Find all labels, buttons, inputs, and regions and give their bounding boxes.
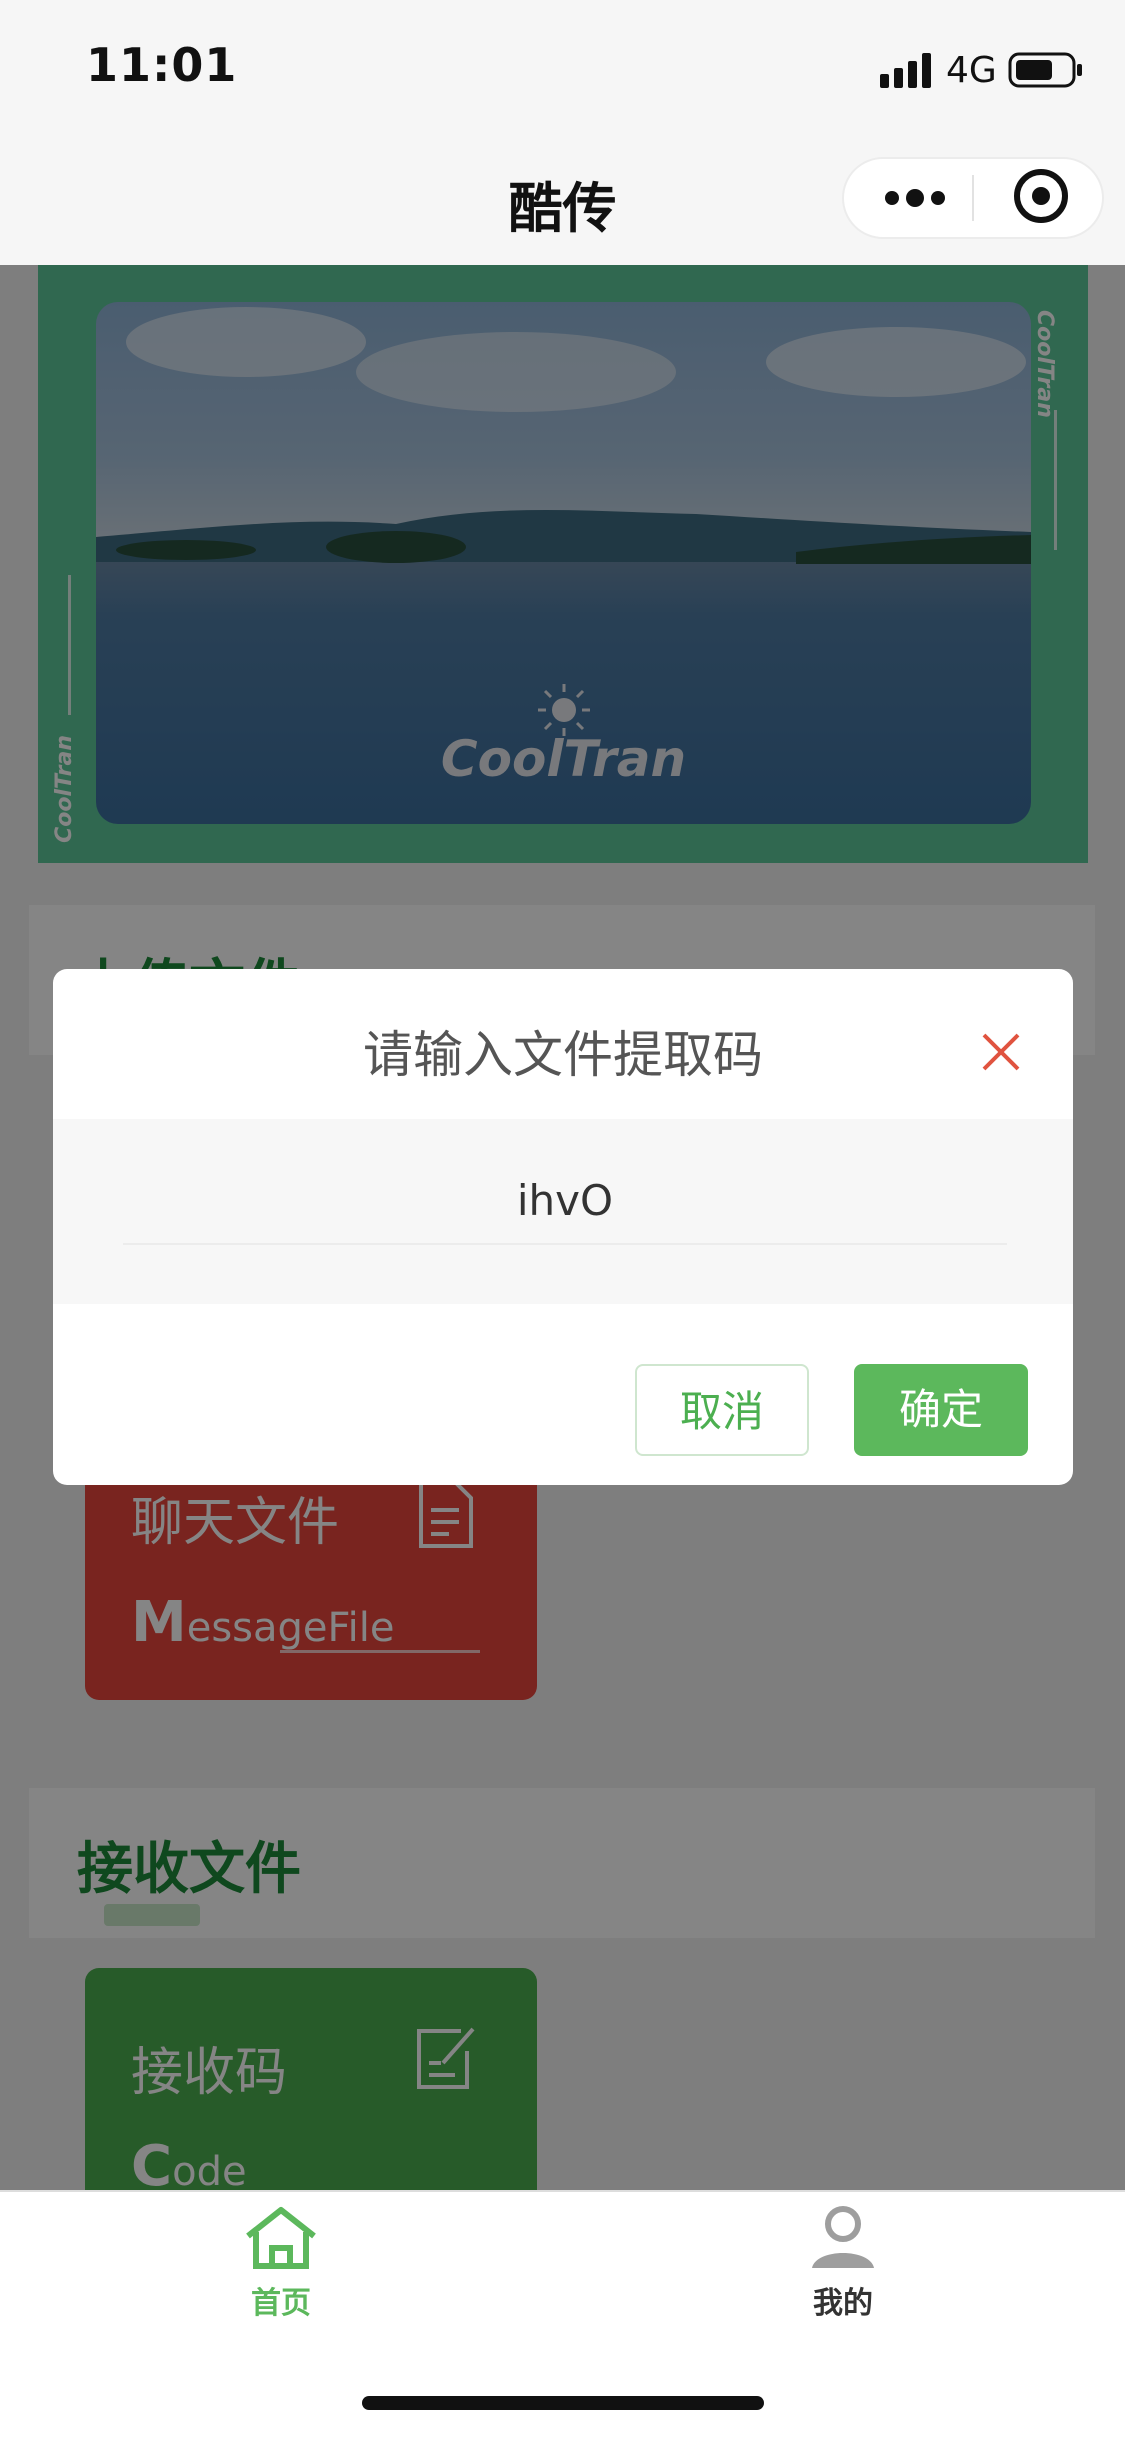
user-icon (808, 2204, 878, 2278)
cancel-button[interactable]: 取消 (635, 1364, 809, 1456)
battery-icon (1008, 50, 1084, 94)
home-icon (242, 2204, 320, 2276)
close-icon[interactable] (971, 1022, 1031, 1082)
tab-home-label: 首页 (251, 2286, 311, 2321)
dialog-body (53, 1119, 1073, 1304)
more-icon[interactable] (880, 178, 950, 218)
close-miniapp-icon[interactable] (1011, 166, 1071, 226)
home-indicator (362, 2396, 764, 2410)
tab-mine[interactable]: 我的 (762, 2200, 924, 2321)
tab-home[interactable]: 首页 (200, 2200, 362, 2321)
status-time: 11:01 (86, 38, 238, 92)
network-type: 4G (946, 50, 997, 91)
tab-mine-label: 我的 (813, 2286, 873, 2321)
extract-code-input[interactable] (123, 1157, 1007, 1245)
signal-icon (880, 52, 936, 92)
capsule-divider (972, 175, 974, 221)
dialog-title: 请输入文件提取码 (363, 1026, 763, 1084)
extract-code-dialog: 请输入文件提取码 取消 确定 (53, 969, 1073, 1485)
confirm-button[interactable]: 确定 (854, 1364, 1028, 1456)
